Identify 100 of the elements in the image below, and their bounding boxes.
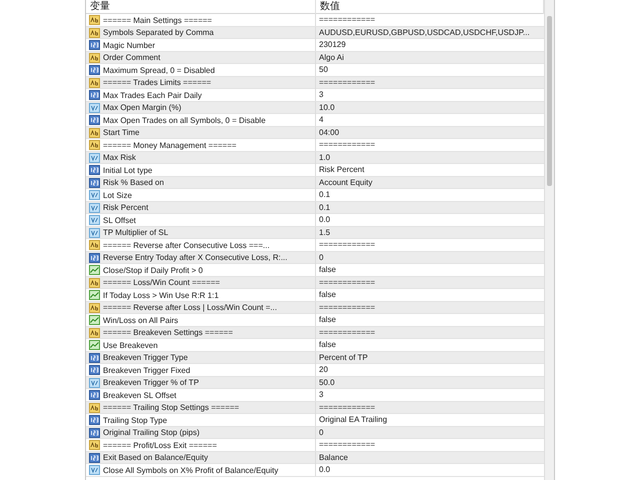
parameter-value[interactable]: Percent of TP [316, 352, 544, 364]
parameter-row[interactable]: Use Breakeven false [86, 339, 544, 352]
parameter-row[interactable]: SL Offset 0.0 [86, 214, 544, 226]
parameter-row[interactable]: ====== Reverse after Loss | Loss/Win Count =... ============ [86, 302, 544, 314]
chart-line-icon [89, 290, 100, 300]
scrollbar[interactable] [544, 0, 554, 480]
parameter-value[interactable]: ============ [316, 402, 544, 414]
parameter-value[interactable]: 0 [316, 426, 544, 438]
parameter-value[interactable]: ============ [316, 76, 544, 88]
parameter-row[interactable]: Win/Loss on All Pairs false [86, 314, 544, 326]
parameter-row[interactable]: Close/Stop if Daily Profit > 0 false [86, 264, 544, 276]
parameter-row[interactable]: Max Risk 1.0 [86, 152, 544, 164]
text-type-icon [89, 328, 100, 338]
parameter-value[interactable]: false [316, 289, 544, 301]
parameter-value[interactable]: 1.0 [316, 152, 544, 164]
parameter-value[interactable]: 0.0 [316, 464, 544, 476]
parameter-value[interactable]: 50 [316, 64, 544, 76]
parameter-name: Breakeven Trigger % of TP [103, 377, 199, 388]
parameter-value[interactable]: ============ [316, 14, 544, 26]
parameter-value[interactable]: 10.0 [316, 102, 544, 114]
parameter-name: If Today Loss > Win Use R:R 1:1 [103, 290, 219, 300]
parameter-value[interactable]: false [316, 314, 544, 326]
integer-type-icon [89, 452, 100, 462]
text-type-icon [89, 140, 100, 150]
integer-type-icon [89, 90, 100, 100]
parameter-name: ====== Breakeven Settings ====== [103, 327, 233, 338]
parameter-value[interactable]: ============ [316, 239, 544, 251]
parameter-row[interactable]: ====== Main Settings ====== ============ [86, 14, 544, 26]
parameter-value[interactable]: ============ [316, 276, 544, 288]
parameter-name: TP Multiplier of SL [103, 227, 168, 238]
parameter-row[interactable]: If Today Loss > Win Use R:R 1:1 false [86, 289, 544, 302]
parameter-name: Close/Stop if Daily Profit > 0 [103, 264, 203, 276]
parameter-name: Max Open Margin (%) [103, 102, 182, 113]
parameter-row[interactable]: Breakeven Trigger Type Percent of TP [86, 352, 544, 364]
parameter-row[interactable]: Breakeven SL Offset 3 [86, 389, 544, 402]
integer-type-icon [89, 415, 100, 425]
parameter-row[interactable]: Reverse Entry Today after X Consecutive Loss, R:... 0 [86, 252, 544, 264]
integer-type-icon [89, 365, 100, 375]
parameter-row[interactable]: Risk % Based on Account Equity [86, 176, 544, 189]
parameter-row[interactable]: Breakeven Trigger Fixed 20 [86, 364, 544, 376]
parameter-row[interactable]: Start Time 04:00 [86, 126, 544, 139]
parameter-value[interactable]: 1.5 [316, 226, 544, 238]
parameter-value[interactable]: 20 [316, 364, 544, 376]
integer-type-icon [89, 115, 100, 125]
parameter-value[interactable]: 4 [316, 114, 544, 126]
parameter-value[interactable]: 50.0 [316, 376, 544, 388]
parameter-row[interactable]: ====== Reverse after Consecutive Loss ===... ============ [86, 239, 544, 252]
parameter-value[interactable]: ============ [316, 326, 544, 338]
integer-type-icon [89, 65, 100, 75]
parameter-value[interactable]: 04:00 [316, 126, 544, 138]
parameter-row[interactable]: Original Trailing Stop (pips) 0 [86, 426, 544, 439]
parameter-value[interactable]: Balance [316, 452, 544, 464]
parameter-row[interactable]: ====== Breakeven Settings ====== ============ [86, 326, 544, 339]
parameter-value[interactable]: Algo Ai [316, 52, 544, 64]
scrollbar-thumb[interactable] [547, 16, 552, 186]
parameter-name: Trailing Stop Type [103, 414, 168, 426]
parameter-row[interactable]: Maximum Spread, 0 = Disabled 50 [86, 64, 544, 76]
parameter-value[interactable]: 0 [316, 252, 544, 264]
parameter-value[interactable]: ============ [316, 139, 544, 151]
parameter-value[interactable]: Account Equity [316, 176, 544, 188]
parameter-row[interactable]: TP Multiplier of SL 1.5 [86, 226, 544, 239]
parameter-row[interactable]: ====== Money Management ====== ============ [86, 139, 544, 152]
parameter-value[interactable]: ============ [316, 302, 544, 314]
parameter-value[interactable]: 0.1 [316, 189, 544, 201]
parameter-value[interactable]: Risk Percent [316, 164, 544, 176]
parameter-row[interactable]: Symbols Separated by Comma AUDUSD,EURUSD,GBPUSD,USDCAD,USDCHF,USDJP... [86, 26, 544, 39]
parameter-name: Original Trailing Stop (pips) [103, 427, 200, 438]
parameter-row[interactable]: ====== Loss/Win Count ====== ============ [86, 276, 544, 289]
parameter-row[interactable]: Max Trades Each Pair Daily 3 [86, 89, 544, 102]
parameter-row[interactable]: Risk Percent 0.1 [86, 202, 544, 214]
parameter-name: Breakeven Trigger Type [103, 352, 188, 363]
parameter-value[interactable]: 0.1 [316, 202, 544, 214]
parameter-row[interactable]: ====== Trailing Stop Settings ====== ============ [86, 402, 544, 414]
parameter-row[interactable]: Initial Lot type Risk Percent [86, 164, 544, 176]
parameter-name: Use Breakeven [103, 340, 158, 350]
parameter-row[interactable]: Close All Symbols on X% Profit of Balance/Equity 0.0 [86, 464, 544, 476]
integer-type-icon [89, 252, 100, 262]
decimal-type-icon [89, 190, 100, 200]
parameter-row[interactable]: Max Open Margin (%) 10.0 [86, 102, 544, 114]
parameter-value[interactable]: false [316, 339, 544, 351]
parameter-row[interactable]: Lot Size 0.1 [86, 189, 544, 202]
parameter-value[interactable]: ============ [316, 439, 544, 451]
parameter-row[interactable]: Magic Number 230129 [86, 39, 544, 52]
parameter-value[interactable]: 230129 [316, 39, 544, 51]
parameter-row[interactable]: Max Open Trades on all Symbols, 0 = Disable 4 [86, 114, 544, 126]
parameter-row[interactable]: ====== Trades Limits ====== ============ [86, 76, 544, 89]
parameter-row[interactable]: ====== Profit/Loss Exit ====== ============ [86, 439, 544, 452]
parameter-value[interactable]: Original EA Trailing [316, 414, 544, 426]
parameter-row[interactable]: Exit Based on Balance/Equity Balance [86, 452, 544, 464]
parameter-row[interactable]: Breakeven Trigger % of TP 50.0 [86, 376, 544, 389]
decimal-type-icon [89, 228, 100, 238]
parameter-value[interactable]: 3 [316, 389, 544, 401]
parameter-row[interactable]: Order Comment Algo Ai [86, 52, 544, 64]
parameter-value[interactable]: false [316, 264, 544, 276]
parameter-name: Exit Based on Balance/Equity [103, 452, 208, 463]
parameter-value[interactable]: AUDUSD,EURUSD,GBPUSD,USDCAD,USDCHF,USDJP... [316, 26, 544, 38]
parameter-value[interactable]: 3 [316, 89, 544, 101]
parameter-value[interactable]: 0.0 [316, 214, 544, 226]
parameter-name: Win/Loss on All Pairs [103, 314, 178, 326]
parameter-row[interactable]: Trailing Stop Type Original EA Trailing [86, 414, 544, 426]
